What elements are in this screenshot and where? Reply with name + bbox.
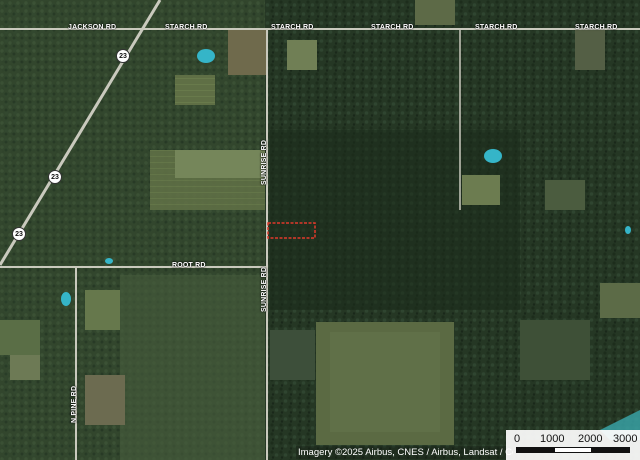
- field: [287, 40, 317, 70]
- road-label-starch: STARCH RD: [271, 24, 314, 31]
- road-label-starch: STARCH RD: [165, 24, 208, 31]
- field: [0, 320, 40, 355]
- field: [85, 290, 120, 330]
- field: [175, 75, 215, 105]
- field: [85, 375, 125, 425]
- road-label-starch: STARCH RD: [475, 24, 518, 31]
- satellite-map[interactable]: JACKSON RD STARCH RD STARCH RD STARCH RD…: [0, 0, 640, 460]
- field: [10, 355, 40, 380]
- pond: [105, 258, 113, 264]
- field: [228, 30, 266, 75]
- scale-label: 3000: [613, 433, 638, 445]
- field: [600, 283, 640, 318]
- woodland-southwest: [120, 275, 265, 460]
- field: [175, 150, 265, 178]
- route-shield: 23: [116, 49, 130, 63]
- road-label-sunrise: SUNRISE RD: [261, 266, 268, 312]
- scale-segment: [592, 447, 630, 453]
- field: [462, 175, 500, 205]
- dark-forest-block: [270, 130, 520, 310]
- lake: [197, 49, 215, 63]
- route-shield: 23: [12, 227, 26, 241]
- field: [520, 320, 590, 380]
- road-label-starch: STARCH RD: [371, 24, 414, 31]
- scale-label: 0: [514, 433, 521, 445]
- scale-segment: [554, 447, 592, 453]
- road-label-n-pine: N PINE RD: [71, 385, 78, 423]
- route-shield: 23: [48, 170, 62, 184]
- map-imagery: [0, 0, 640, 460]
- scale-label: 1000: [540, 433, 565, 445]
- imagery-attribution: Imagery ©2025 Airbus, CNES / Airbus, Lan…: [296, 446, 513, 459]
- field: [575, 30, 605, 70]
- road-label-sunrise: SUNRISE RD: [261, 139, 268, 185]
- pond: [625, 226, 631, 234]
- field: [270, 330, 315, 380]
- scale-segment: [516, 447, 554, 453]
- pond: [61, 292, 71, 306]
- scale-bar: 0 1000 2000 3000: [506, 430, 640, 460]
- road-label-starch: STARCH RD: [575, 24, 618, 31]
- lake: [484, 149, 502, 163]
- field-large: [330, 332, 440, 432]
- scale-label: 2000: [578, 433, 603, 445]
- road-label-jackson: JACKSON RD: [68, 24, 117, 31]
- road-label-root: ROOT RD: [172, 262, 206, 269]
- field: [545, 180, 585, 210]
- field: [415, 0, 455, 25]
